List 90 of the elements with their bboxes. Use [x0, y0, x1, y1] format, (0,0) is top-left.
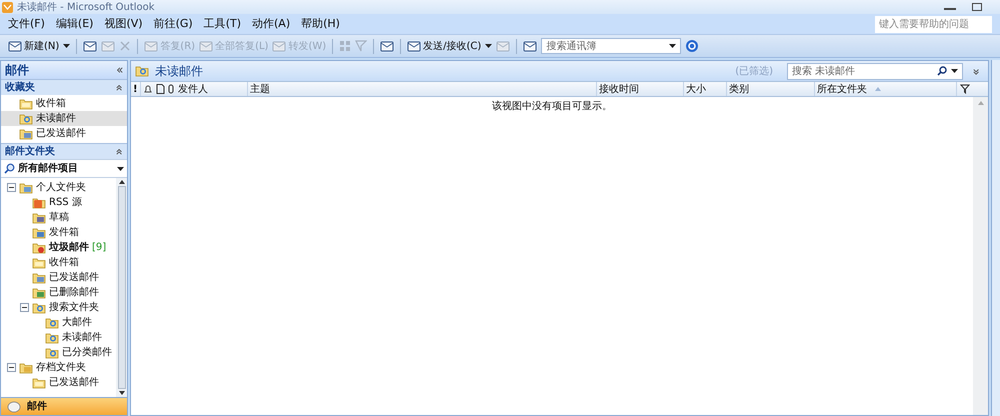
rss-icon: [32, 196, 46, 208]
toolbar-button[interactable]: 发送/接收(C): [407, 38, 482, 54]
recycle-bin-icon: [32, 286, 46, 298]
toolbar-button[interactable]: 新建(N): [8, 38, 60, 54]
mail-icon: [7, 400, 21, 412]
document-icon[interactable]: [156, 84, 165, 94]
search-field[interactable]: 搜索 未读邮件: [787, 62, 963, 80]
sent-folder-icon: [32, 272, 46, 284]
search-icon: [4, 163, 15, 174]
scrollbar[interactable]: [116, 178, 127, 397]
inbox-folder-icon: [19, 98, 33, 110]
folder-item[interactable]: 垃圾邮件: [49, 240, 89, 255]
favorite-item[interactable]: 未读邮件: [1, 111, 127, 126]
filter-note: (已筛选): [735, 64, 773, 78]
sent-folder-icon: [19, 128, 33, 140]
column-header[interactable]: 发件人: [176, 82, 248, 96]
collapse-section-icon[interactable]: [116, 148, 123, 155]
folder-item[interactable]: 收件箱: [49, 255, 79, 270]
collapse-toggle[interactable]: [7, 183, 16, 192]
expand-query-icon[interactable]: [973, 68, 980, 74]
column-header[interactable]: !: [131, 82, 141, 96]
folder-item[interactable]: 大邮件: [62, 315, 92, 330]
collapse-toggle[interactable]: [7, 363, 16, 372]
address-book-search-field[interactable]: 搜索通讯簿: [541, 38, 682, 54]
unread-count: [9]: [92, 241, 106, 255]
send-receive-icon[interactable]: [407, 40, 422, 52]
scroll-up-icon[interactable]: [118, 180, 124, 184]
search-folder-icon: [135, 65, 149, 77]
menu-item[interactable]: 帮助(H): [301, 16, 340, 32]
folder-item[interactable]: 已发送邮件: [49, 270, 99, 285]
search-folder-icon: [45, 346, 59, 358]
scrollbar[interactable]: [973, 97, 988, 415]
filter-icon[interactable]: [960, 84, 970, 94]
collapse-pane-icon[interactable]: [116, 66, 123, 74]
search-folder-icon: [32, 302, 46, 314]
search-folder-icon: [45, 332, 59, 344]
favorite-item[interactable]: 收件箱: [1, 96, 127, 111]
collapse-toggle[interactable]: [20, 303, 29, 312]
bell-icon[interactable]: [143, 84, 153, 94]
search-icon[interactable]: [937, 66, 947, 76]
folder-item[interactable]: 存档文件夹: [36, 360, 86, 375]
pane-title: 邮件: [5, 62, 29, 79]
search-folder-icon: [19, 112, 33, 124]
dropdown-caret-icon[interactable]: [669, 44, 676, 48]
dropdown-caret-icon[interactable]: [117, 166, 124, 170]
help-icon[interactable]: [685, 39, 700, 53]
archive-folder-icon: [19, 362, 33, 374]
folder-item[interactable]: 搜索文件夹: [49, 300, 99, 315]
column-header[interactable]: 主题: [248, 82, 597, 96]
column-header[interactable]: 大小: [684, 82, 727, 96]
empty-message: 该视图中没有项目可显示。: [492, 100, 612, 114]
search-folder-icon: [45, 316, 59, 328]
drafts-folder-icon: [32, 212, 46, 224]
column-header[interactable]: 接收时间: [597, 82, 684, 96]
menu-item[interactable]: 动作(A): [252, 16, 290, 32]
menu-item[interactable]: 视图(V): [104, 16, 143, 32]
new-mail-icon[interactable]: [8, 40, 22, 52]
folder-item[interactable]: 个人文件夹: [36, 180, 86, 195]
help-search-field[interactable]: 键入需要帮助的问题: [875, 16, 992, 32]
folder-item[interactable]: 已分类邮件: [62, 345, 112, 360]
folder-title: 未读邮件: [155, 63, 203, 80]
mail-nav-button[interactable]: 邮件: [1, 397, 127, 415]
folder-item[interactable]: 已发送邮件: [49, 375, 99, 390]
folder-item[interactable]: 草稿: [49, 210, 69, 225]
inbox-folder-icon: [32, 256, 46, 268]
menu-item[interactable]: 编辑(E): [56, 16, 94, 32]
menu-item[interactable]: 工具(T): [204, 16, 241, 32]
paperclip-icon[interactable]: [168, 84, 174, 94]
dropdown-caret-icon[interactable]: [951, 69, 958, 73]
menu-item[interactable]: 文件(F): [8, 16, 45, 32]
app-icon: [2, 2, 13, 12]
junk-folder-icon: [32, 242, 46, 254]
view-selector[interactable]: 所有邮件项目: [1, 159, 127, 178]
folder-item[interactable]: 发件箱: [49, 225, 79, 240]
outbox-folder-icon: [32, 226, 46, 238]
scroll-down-icon[interactable]: [118, 391, 124, 395]
column-header[interactable]: 类别: [727, 82, 815, 96]
column-header[interactable]: 所在文件夹: [815, 82, 957, 96]
dropdown-caret-icon[interactable]: [63, 44, 70, 48]
window-title: 未读邮件 - Microsoft Outlook: [17, 0, 155, 14]
menu-item[interactable]: 前往(G): [154, 16, 193, 32]
dropdown-caret-icon[interactable]: [485, 44, 492, 48]
favorite-item[interactable]: 已发送邮件: [1, 126, 127, 141]
restore-button[interactable]: [972, 3, 982, 11]
folders-icon: [19, 182, 33, 194]
folder-icon: [32, 376, 46, 388]
folder-item[interactable]: 已删除邮件: [49, 285, 99, 300]
folder-item[interactable]: RSS 源: [49, 195, 82, 210]
folder-item[interactable]: 未读邮件: [62, 330, 102, 345]
collapse-section-icon[interactable]: [116, 84, 123, 91]
